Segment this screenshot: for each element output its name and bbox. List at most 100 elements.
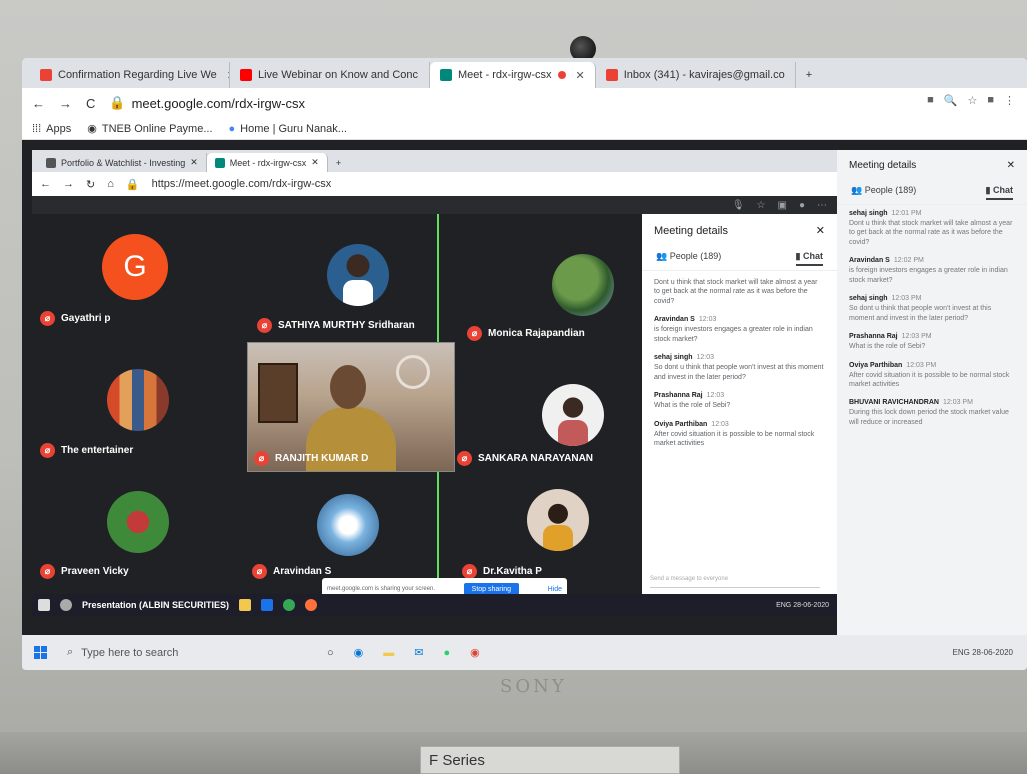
tab-chat[interactable]: ▮ Chat <box>795 251 823 266</box>
url-text: meet.google.com/rdx-irgw-csx <box>131 95 305 111</box>
laptop-screen: Confirmation Regarding Live We ✕ Live We… <box>22 58 1027 670</box>
mic-icon[interactable]: 🎙 <box>732 200 745 211</box>
panel-tabs: 👥 People (189) ▮ Chat <box>837 181 1027 205</box>
name-text: Monica Rajapandian <box>488 328 585 339</box>
name-text: Aravindan S <box>273 566 332 577</box>
sender-name: sehaj singh <box>849 210 888 217</box>
zoom-icon[interactable]: 🔍 <box>944 94 958 107</box>
message-time: 12:03 PM <box>891 295 922 303</box>
extension-icon[interactable]: ■ <box>987 94 994 107</box>
participant-tile-sathiya[interactable]: ⌀ SATHIYA MURTHY Sridharan <box>247 214 447 339</box>
firefox-icon[interactable] <box>305 599 318 611</box>
close-icon[interactable]: ✕ <box>576 69 585 82</box>
chat-message: Oviya Parthiban 12:03 PM After covid situ… <box>837 357 1027 395</box>
tab-label: People (189) <box>864 185 917 195</box>
edge-icon[interactable]: ◉ <box>354 646 364 659</box>
new-tab-button[interactable]: + <box>796 62 822 88</box>
avatar <box>552 254 614 316</box>
participant-tile-kavitha[interactable]: ⌀ Dr.Kavitha P <box>457 464 657 589</box>
tab-chat[interactable]: ▮ Chat <box>985 185 1013 200</box>
whatsapp-icon[interactable]: ● <box>443 647 450 659</box>
chrome-icon[interactable]: ◉ <box>470 646 480 659</box>
home-icon[interactable]: ⌂ <box>107 178 114 190</box>
profile-icon[interactable]: ● <box>799 200 805 211</box>
inner-address-bar: ← → ↻ ⌂ 🔒 https://meet.google.com/rdx-ir… <box>32 172 837 196</box>
tab-people[interactable]: 👥 People (189) <box>851 185 916 200</box>
close-icon[interactable]: ✕ <box>1007 160 1015 171</box>
sender-name: Prashanna Raj <box>849 333 898 341</box>
laptop-brand-logo: SONY <box>500 676 567 697</box>
inner-taskbar: Presentation (ALBIN SECURITIES) ENG 28-0… <box>32 594 837 616</box>
tab-label: Chat <box>993 185 1013 195</box>
inner-tab-portfolio[interactable]: Portfolio & Watchlist - Investing ✕ <box>38 153 207 172</box>
gmail-icon <box>40 69 52 81</box>
back-icon[interactable]: ← <box>32 96 45 111</box>
forward-icon[interactable]: → <box>59 96 72 111</box>
participant-name: ⌀ Praveen Vicky <box>40 564 129 579</box>
reload-icon[interactable]: C <box>86 96 95 111</box>
outer-meeting-details-panel: Meeting details ✕ 👥 People (189) ▮ Chat … <box>837 150 1027 635</box>
name-text: Praveen Vicky <box>61 566 129 577</box>
bookmark-tneb[interactable]: ◉ TNEB Online Payme... <box>87 122 212 136</box>
close-icon[interactable]: ✕ <box>816 224 825 237</box>
folder-icon[interactable] <box>239 599 252 611</box>
file-explorer-icon[interactable]: ▬ <box>383 647 394 659</box>
active-speaker-video[interactable]: ⌀ RANJITH KUMAR D <box>247 342 455 472</box>
start-icon[interactable] <box>38 599 50 611</box>
outer-tab-webinar[interactable]: Live Webinar on Know and Conc ✕ <box>230 62 430 88</box>
mail-icon[interactable]: ✉ <box>414 646 423 659</box>
bookmark-apps[interactable]: ⁞⁞⁞ Apps <box>32 123 71 135</box>
star-icon[interactable]: ☆ <box>757 200 766 211</box>
new-tab-button[interactable]: + <box>328 153 349 172</box>
message-text: So dont u think that people won't invest… <box>849 305 992 322</box>
panel-title: Meeting details <box>654 224 728 237</box>
reload-icon[interactable]: ↻ <box>86 178 95 191</box>
task-view-icon[interactable]: ○ <box>327 647 334 659</box>
back-icon[interactable]: ← <box>40 178 51 190</box>
menu-icon[interactable]: ⋯ <box>817 200 827 211</box>
store-icon[interactable] <box>261 599 274 611</box>
participant-tile-aravindan[interactable]: ⌀ Aravindan S <box>247 464 447 589</box>
windows-start-icon[interactable] <box>34 646 47 659</box>
participant-tile-gayathri[interactable]: G ⌀ Gayathri p <box>32 214 232 339</box>
outer-tab-confirmation[interactable]: Confirmation Regarding Live We ✕ <box>30 62 230 88</box>
extension-icon[interactable]: ▣ <box>778 200 787 211</box>
taskbar-search[interactable]: ⌕ Type here to search <box>67 646 307 659</box>
participant-tile-monica[interactable]: ⌀ Monica Rajapandian <box>457 214 657 341</box>
star-icon[interactable]: ☆ <box>967 94 977 107</box>
hide-button[interactable]: Hide <box>548 586 562 593</box>
bookmark-guru-nanak[interactable]: ● Home | Guru Nanak... <box>229 123 347 135</box>
close-icon[interactable]: ✕ <box>190 157 198 168</box>
message-time: 12:03 <box>711 420 729 428</box>
menu-icon[interactable]: ⋮ <box>1004 94 1015 107</box>
participant-tile-sankara[interactable]: ⌀ SANKARA NARAYANAN <box>457 339 657 466</box>
recording-dot-icon <box>557 71 566 79</box>
outer-tab-inbox[interactable]: Inbox (341) - kavirajes@gmail.co ✕ <box>596 62 796 88</box>
presentation-label[interactable]: Presentation (ALBIN SECURITIES) <box>82 600 229 610</box>
tab-label: Inbox (341) - kavirajes@gmail.co <box>623 69 785 81</box>
search-icon[interactable] <box>60 599 72 611</box>
tab-people[interactable]: 👥 People (189) <box>656 251 721 266</box>
outer-url-field[interactable]: 🔒 meet.google.com/rdx-irgw-csx <box>109 95 305 111</box>
youtube-icon <box>240 69 252 81</box>
chat-input[interactable]: Send a message to everyone <box>650 570 820 588</box>
search-placeholder: Type here to search <box>81 646 179 659</box>
chrome-icon[interactable] <box>283 599 296 611</box>
sender-name: Aravindan S <box>849 257 890 265</box>
name-text: Dr.Kavitha P <box>483 566 542 577</box>
outer-tab-meet[interactable]: Meet - rdx-irgw-csx ✕ <box>430 62 596 88</box>
inner-tab-meet[interactable]: Meet - rdx-irgw-csx ✕ <box>206 153 328 172</box>
participant-tile-entertainer[interactable]: ⌀ The entertainer <box>32 339 232 464</box>
close-icon[interactable]: ✕ <box>311 157 319 168</box>
message-sender: sehaj singh 12:01 PM <box>849 210 1015 217</box>
message-text: What is the role of Sebi? <box>849 343 926 351</box>
inner-url-text[interactable]: https://meet.google.com/rdx-irgw-csx <box>152 178 332 190</box>
camera-icon[interactable]: ■ <box>927 94 934 107</box>
participant-tile-praveen[interactable]: ⌀ Praveen Vicky <box>32 464 232 589</box>
forward-icon[interactable]: → <box>63 178 74 190</box>
tab-label: Portfolio & Watchlist - Investing <box>61 157 186 168</box>
speaker-head <box>330 365 366 409</box>
name-text: The entertainer <box>61 445 134 456</box>
message-text: After covid situation it is possible to … <box>654 430 815 447</box>
participant-name: ⌀ Dr.Kavitha P <box>462 564 542 579</box>
